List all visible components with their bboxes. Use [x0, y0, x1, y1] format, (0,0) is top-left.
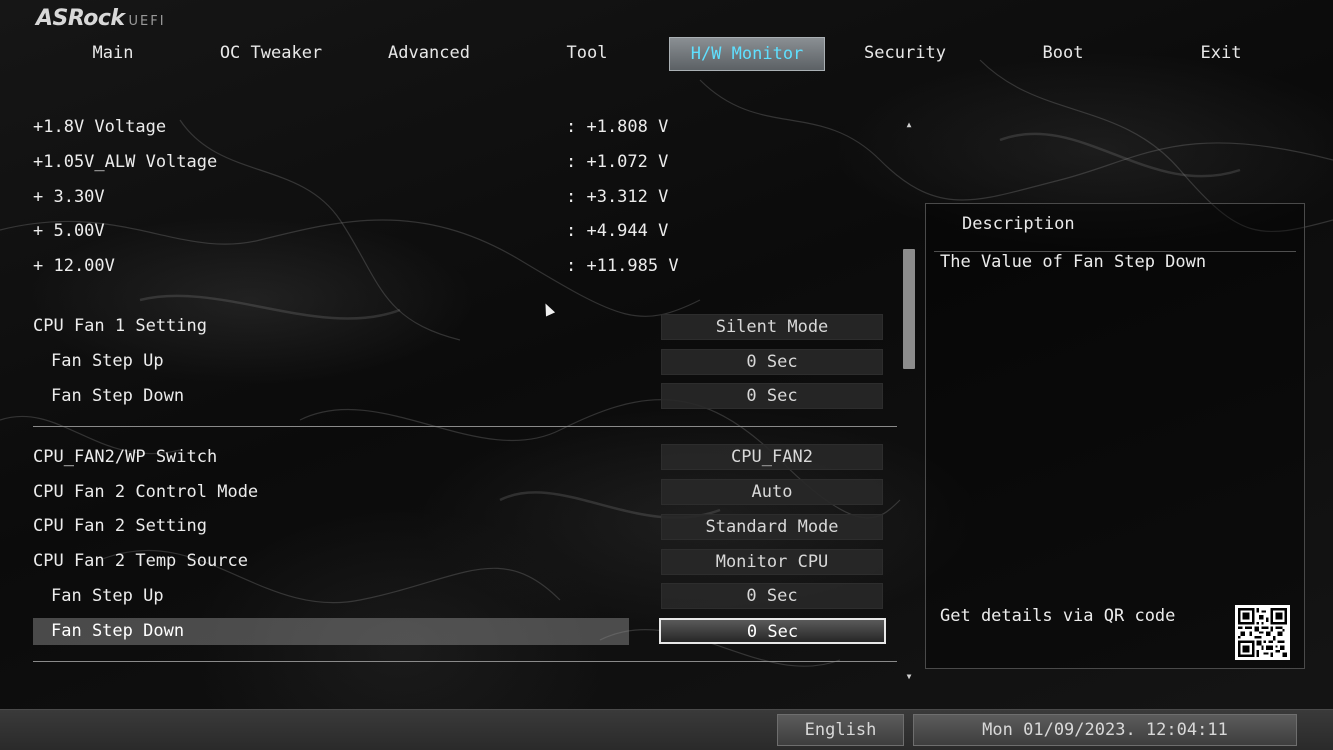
- scroll-down-arrow-icon[interactable]: ▼: [903, 672, 915, 682]
- setting-label: CPU_FAN2/WP Switch: [33, 447, 218, 467]
- tab-security[interactable]: Security: [827, 37, 983, 71]
- voltage-row-1v05-alw: +1.05V_ALW Voltage: [33, 148, 217, 176]
- voltage-value: : +11.985 V: [566, 256, 679, 276]
- cpu-fan2-step-up-select[interactable]: 0 Sec: [661, 583, 883, 609]
- qr-code-icon: [1235, 605, 1290, 660]
- mouse-cursor-icon: [540, 301, 556, 317]
- tab-oc-tweaker[interactable]: OC Tweaker: [193, 37, 349, 71]
- tab-tool[interactable]: Tool: [509, 37, 665, 71]
- setting-label: Fan Step Down: [51, 386, 185, 406]
- cpu-fan2-wp-switch-row[interactable]: CPU_FAN2/WP Switch: [33, 443, 217, 471]
- setting-label: CPU Fan 2 Temp Source: [33, 551, 248, 571]
- cpu-fan2-setting-select[interactable]: Standard Mode: [661, 514, 883, 540]
- cpu-fan2-wp-switch-select[interactable]: CPU_FAN2: [661, 444, 883, 470]
- cpu-fan2-step-down-select[interactable]: 0 Sec: [659, 618, 886, 644]
- cpu-fan2-step-down-row[interactable]: Fan Step Down: [33, 617, 184, 645]
- voltage-value: : +4.944 V: [566, 221, 669, 241]
- section-divider: [33, 661, 897, 662]
- cpu-fan2-setting-row[interactable]: CPU Fan 2 Setting: [33, 512, 207, 540]
- cpu-fan1-step-up-row[interactable]: Fan Step Up: [33, 347, 164, 375]
- tab-advanced[interactable]: Advanced: [351, 37, 507, 71]
- description-title: Description: [962, 214, 1075, 234]
- tab-exit[interactable]: Exit: [1143, 37, 1299, 71]
- cpu-fan1-step-down-row[interactable]: Fan Step Down: [33, 382, 184, 410]
- voltage-label: + 3.30V: [33, 187, 105, 207]
- setting-label: CPU Fan 2 Setting: [33, 516, 207, 536]
- logo-uefi: UEFI: [128, 14, 166, 29]
- voltage-row-3v3: + 3.30V: [33, 183, 105, 211]
- voltage-value: : +3.312 V: [566, 187, 669, 207]
- cpu-fan1-setting-row[interactable]: CPU Fan 1 Setting: [33, 312, 207, 340]
- top-nav-tabs: Main OC Tweaker Advanced Tool H/W Monito…: [35, 37, 1305, 71]
- voltage-row-5v: + 5.00V: [33, 217, 105, 245]
- tab-boot[interactable]: Boot: [985, 37, 1141, 71]
- footer-bar: English Mon 01/09/2023. 12:04:11: [0, 709, 1333, 750]
- scrollbar-thumb[interactable]: [903, 249, 915, 369]
- section-divider: [33, 426, 897, 427]
- cpu-fan1-setting-select[interactable]: Silent Mode: [661, 314, 883, 340]
- language-button[interactable]: English: [777, 714, 904, 746]
- setting-label: Fan Step Up: [51, 586, 164, 606]
- description-text: The Value of Fan Step Down: [940, 252, 1207, 272]
- setting-label: Fan Step Up: [51, 351, 164, 371]
- cpu-fan2-temp-source-row[interactable]: CPU Fan 2 Temp Source: [33, 547, 248, 575]
- cpu-fan2-control-mode-row[interactable]: CPU Fan 2 Control Mode: [33, 478, 258, 506]
- voltage-row-1v8: +1.8V Voltage: [33, 113, 166, 141]
- setting-label: Fan Step Down: [51, 621, 185, 641]
- datetime-display[interactable]: Mon 01/09/2023. 12:04:11: [913, 714, 1297, 746]
- description-panel: Description The Value of Fan Step Down G…: [925, 203, 1305, 669]
- tab-main[interactable]: Main: [35, 37, 191, 71]
- scroll-up-arrow-icon[interactable]: ▲: [903, 120, 915, 130]
- cpu-fan2-control-mode-select[interactable]: Auto: [661, 479, 883, 505]
- setting-label: CPU Fan 2 Control Mode: [33, 482, 259, 502]
- logo-brand: ASRock: [36, 6, 125, 31]
- cpu-fan2-step-up-row[interactable]: Fan Step Up: [33, 582, 164, 610]
- cpu-fan1-step-up-select[interactable]: 0 Sec: [661, 349, 883, 375]
- voltage-label: + 5.00V: [33, 221, 105, 241]
- voltage-label: +1.05V_ALW Voltage: [33, 152, 218, 172]
- voltage-label: + 12.00V: [33, 256, 115, 276]
- asrock-logo: ASRock UEFI: [36, 6, 166, 31]
- tab-hw-monitor[interactable]: H/W Monitor: [669, 37, 825, 71]
- cpu-fan1-step-down-select[interactable]: 0 Sec: [661, 383, 883, 409]
- voltage-label: +1.8V Voltage: [33, 117, 167, 137]
- voltage-row-12v: + 12.00V: [33, 252, 115, 280]
- voltage-value: : +1.072 V: [566, 152, 669, 172]
- cpu-fan2-temp-source-select[interactable]: Monitor CPU: [661, 549, 883, 575]
- voltage-value: : +1.808 V: [566, 117, 669, 137]
- setting-label: CPU Fan 1 Setting: [33, 316, 207, 336]
- qr-hint-text: Get details via QR code: [940, 606, 1176, 626]
